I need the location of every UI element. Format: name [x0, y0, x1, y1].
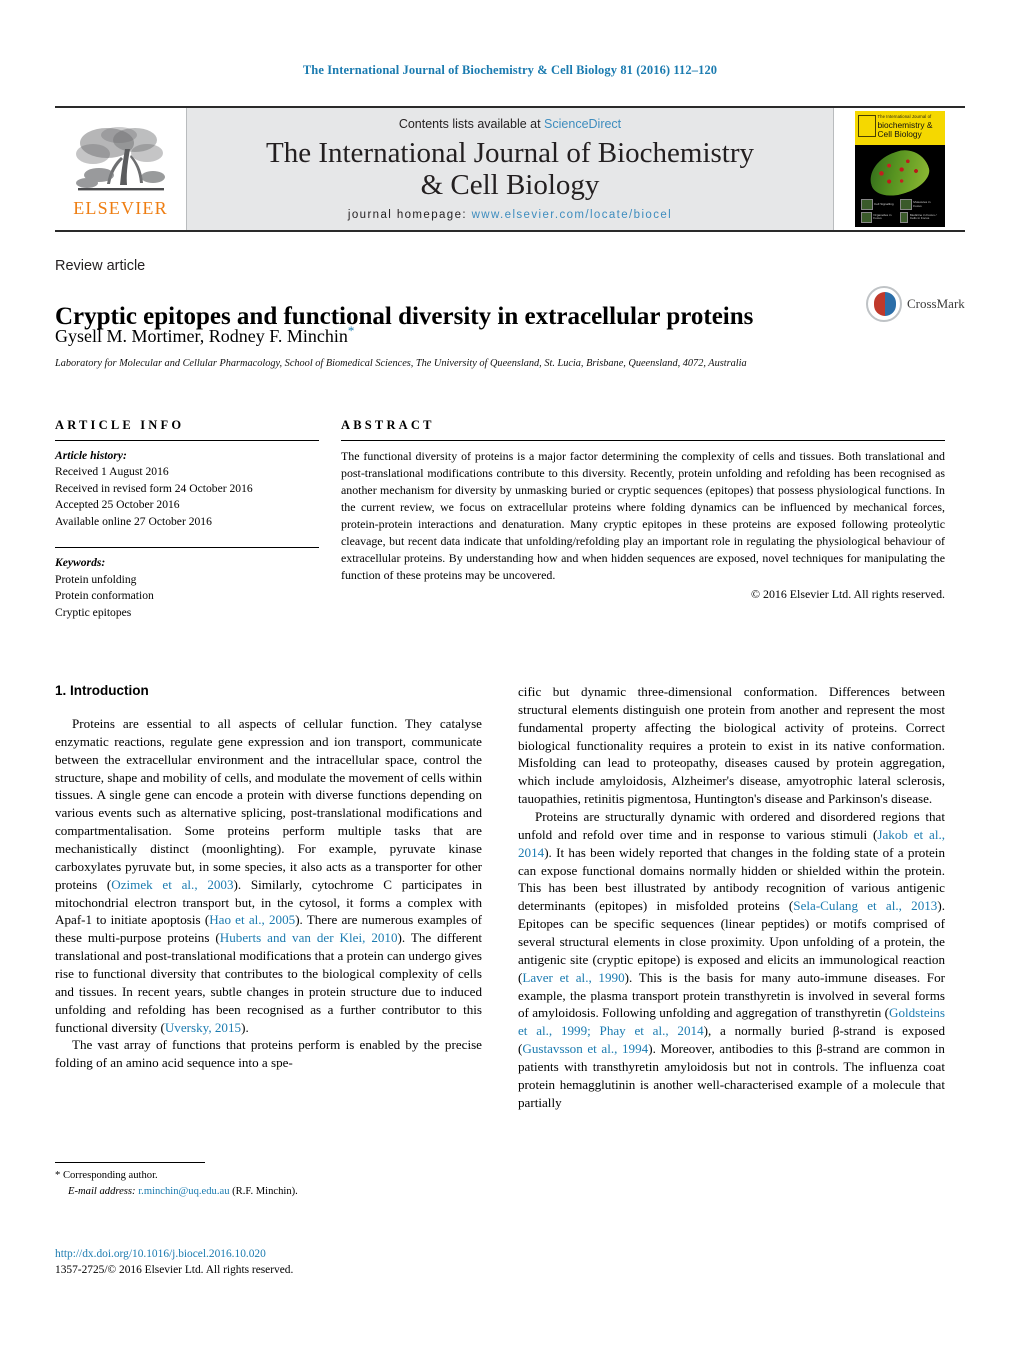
paragraph-text: ). — [241, 1019, 249, 1035]
citation-link[interactable]: Huberts and van der Klei, 2010 — [220, 930, 398, 945]
article-page: The International Journal of Biochemistr… — [0, 0, 1020, 1351]
homepage-prefix: journal homepage: — [347, 208, 472, 221]
history-item: Available online 27 October 2016 — [55, 514, 212, 528]
crossmark-label: CrossMark — [907, 296, 965, 311]
article-info-divider — [55, 440, 319, 441]
article-history-label: Article history: — [55, 449, 127, 462]
citation-link[interactable]: Sela-Culang et al., 2013 — [793, 898, 937, 913]
body-paragraph: Proteins are essential to all aspects of… — [55, 715, 482, 1036]
cover-title-band: The International Journal of biochemistr… — [854, 111, 945, 145]
left-column-paragraphs: Proteins are essential to all aspects of… — [55, 715, 482, 1072]
contents-list-line: Contents lists available at ScienceDirec… — [399, 117, 621, 131]
cover-panel-thumb — [900, 211, 909, 223]
cover-panel-label: Cell Signalling — [874, 201, 894, 206]
keyword-item: Cryptic epitopes — [55, 605, 132, 619]
journal-cover-thumbnail: The International Journal of biochemistr… — [854, 111, 945, 227]
history-item: Received in revised form 24 October 2016 — [55, 481, 253, 495]
footnote-block: * Corresponding author. E-mail address: … — [55, 1168, 475, 1199]
email-link[interactable]: r.minchin@uq.edu.au — [138, 1186, 229, 1197]
cover-title: biochemistry & Cell Biology — [878, 121, 933, 139]
cover-panel-thumb — [860, 199, 873, 211]
body-column-left: 1. Introduction Proteins are essential t… — [55, 683, 482, 1112]
cover-panel-label: Molecules in Focus — [913, 200, 931, 208]
history-item: Received 1 August 2016 — [55, 465, 169, 479]
cover-supertitle: The International Journal of — [877, 114, 932, 119]
cover-panel-thumb — [860, 211, 872, 223]
issn-copyright-line: 1357-2725/© 2016 Elsevier Ltd. All right… — [55, 1264, 294, 1277]
crossmark-badge[interactable]: CrossMark — [866, 276, 966, 332]
cover-panel-label: Organelles in Focus — [873, 212, 892, 221]
journal-title: The International Journal of Biochemistr… — [266, 138, 754, 200]
paragraph-text: The vast array of functions that protein… — [55, 1037, 482, 1071]
running-head: The International Journal of Biochemistr… — [302, 63, 718, 77]
masthead-center: Contents lists available at ScienceDirec… — [186, 108, 834, 230]
article-type-label: Review article — [55, 258, 146, 274]
email-label: E-mail address: — [68, 1185, 136, 1197]
email-line: E-mail address: r.minchin@uq.edu.au (R.F… — [55, 1184, 475, 1200]
article-history-block: Article history: Received 1 August 2016 … — [55, 448, 319, 530]
journal-homepage-link[interactable]: www.elsevier.com/locate/biocel — [472, 209, 673, 221]
sciencedirect-link[interactable]: ScienceDirect — [544, 117, 621, 131]
cover-panel-grid: Cell Signalling Molecules in Focus Organ… — [860, 199, 939, 223]
doi-block: http://dx.doi.org/10.1016/j.biocel.2016.… — [55, 1246, 555, 1278]
elsevier-logo: ELSEVIER — [55, 108, 186, 230]
paragraph-text: Proteins are essential to all aspects of… — [55, 716, 482, 892]
citation-link[interactable]: Laver et al., 1990 — [522, 970, 624, 985]
crossmark-icon — [866, 286, 902, 322]
journal-masthead: ELSEVIER Contents lists available at Sci… — [55, 106, 965, 232]
email-suffix: (R.F. Minchin). — [232, 1185, 298, 1197]
citation-link[interactable]: Hao et al., 2005 — [209, 912, 295, 927]
journal-title-line-2: & Cell Biology — [420, 168, 600, 201]
keywords-block: Keywords: Protein unfolding Protein conf… — [55, 555, 319, 621]
doi-link[interactable]: http://dx.doi.org/10.1016/j.biocel.2016.… — [55, 1246, 555, 1262]
footnote-divider — [55, 1162, 205, 1163]
keyword-item: Protein conformation — [55, 589, 154, 603]
abstract-copyright: © 2016 Elsevier Ltd. All rights reserved… — [751, 587, 945, 602]
author-list: Gysell M. Mortimer, Rodney F. Minchin* — [55, 323, 855, 347]
citation-link[interactable]: Gustavsson et al., 1994 — [522, 1041, 648, 1056]
cover-panel: Organelles in Focus — [860, 211, 899, 223]
citation-link[interactable]: Ozimek et al., 2003 — [111, 877, 233, 892]
article-body: 1. Introduction Proteins are essential t… — [55, 683, 945, 1112]
contents-prefix: Contents lists available at — [398, 117, 545, 132]
corresponding-author-marker: * — [347, 323, 355, 338]
citation-link[interactable]: Uversky, 2015 — [165, 1020, 241, 1035]
article-info-heading: ARTICLE INFO — [55, 418, 185, 432]
elsevier-wordmark: ELSEVIER — [73, 198, 168, 218]
info-abstract-band: ARTICLE INFO Article history: Received 1… — [55, 418, 945, 643]
cover-panel-label: Medicine in Focus / Cells in Focus — [909, 212, 937, 221]
keywords-divider — [55, 547, 319, 549]
corresponding-author-note: * Corresponding author. — [55, 1170, 158, 1181]
abstract-text: The functional diversity of proteins is … — [341, 449, 945, 583]
cover-panel: Medicine in Focus / Cells in Focus — [900, 211, 938, 223]
cover-panel: Cell Signalling — [860, 199, 899, 211]
history-item: Accepted 25 October 2016 — [55, 498, 180, 512]
abstract-divider — [341, 440, 945, 441]
section-heading-introduction: 1. Introduction — [55, 683, 149, 698]
masthead-right: The International Journal of biochemistr… — [834, 108, 965, 230]
keywords-label: Keywords: — [55, 556, 106, 570]
author-names: Gysell M. Mortimer, Rodney F. Minchin — [55, 326, 348, 346]
keyword-item: Protein unfolding — [55, 572, 137, 586]
right-column-paragraphs: cific but dynamic three-dimensional conf… — [518, 683, 945, 1112]
abstract-heading: ABSTRACT — [341, 418, 435, 432]
journal-title-line-1: The International Journal of Biochemistr… — [265, 137, 755, 170]
abstract-column: ABSTRACT The functional diversity of pro… — [341, 418, 945, 643]
paragraph-text: ). The different translational and post-… — [55, 930, 483, 1035]
body-paragraph: Proteins are structurally dynamic with o… — [518, 808, 945, 1112]
body-paragraph: cific but dynamic three-dimensional conf… — [518, 683, 945, 808]
article-info-column: ARTICLE INFO Article history: Received 1… — [55, 418, 319, 643]
author-affiliation: Laboratory for Molecular and Cellular Ph… — [55, 358, 747, 369]
cover-panel: Molecules in Focus — [900, 199, 938, 211]
cover-panel-thumb — [900, 199, 912, 211]
elsevier-tree-icon — [73, 123, 169, 197]
paragraph-text: cific but dynamic three-dimensional conf… — [518, 684, 945, 807]
cover-elsevier-icon — [857, 115, 876, 137]
cover-micrograph-image — [863, 143, 934, 203]
body-paragraph: The vast array of functions that protein… — [55, 1036, 482, 1072]
body-column-right: cific but dynamic three-dimensional conf… — [518, 683, 945, 1112]
cover-title-line-2: Cell Biology — [877, 128, 922, 139]
journal-homepage-line: journal homepage: www.elsevier.com/locat… — [348, 209, 672, 221]
